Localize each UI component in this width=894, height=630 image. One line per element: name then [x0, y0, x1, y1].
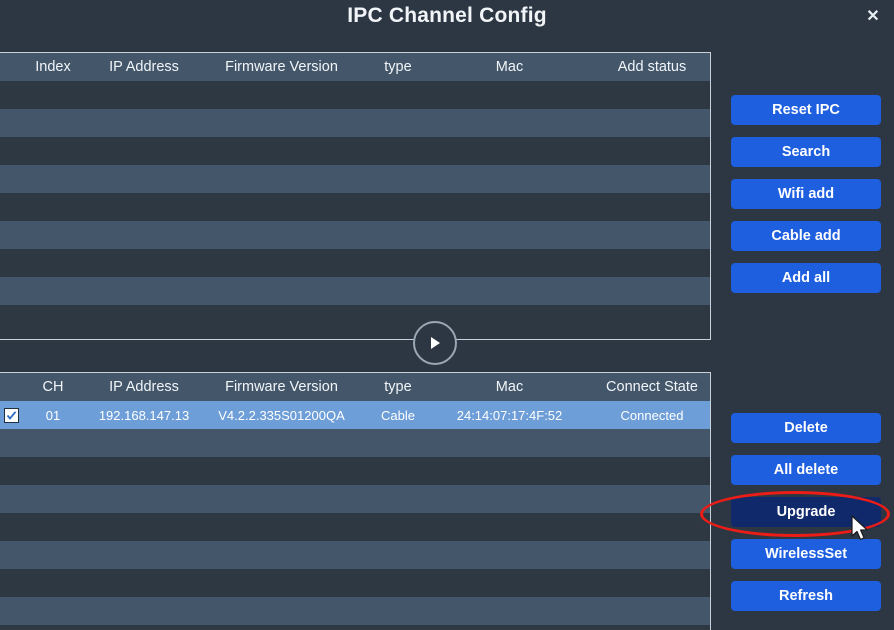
- table-row[interactable]: [0, 541, 710, 569]
- play-icon[interactable]: [413, 321, 457, 365]
- table-row[interactable]: [0, 485, 710, 513]
- table-row[interactable]: [0, 137, 710, 165]
- discovered-devices-table: Index IP Address Firmware Version type M…: [0, 52, 711, 340]
- column-header-index[interactable]: Index: [22, 59, 84, 75]
- column-header-mac[interactable]: Mac: [437, 59, 582, 75]
- table-row[interactable]: [0, 221, 710, 249]
- column-header-firmware-version[interactable]: Firmware Version: [204, 59, 359, 75]
- table-row[interactable]: [0, 597, 710, 625]
- column-header-ip-address[interactable]: IP Address: [84, 379, 204, 395]
- table-row[interactable]: [0, 569, 710, 597]
- delete-button[interactable]: Delete: [731, 413, 881, 443]
- wirelessset-button[interactable]: WirelessSet: [731, 539, 881, 569]
- column-header-add-status[interactable]: Add status: [582, 59, 710, 75]
- search-button[interactable]: Search: [731, 137, 881, 167]
- cable-add-button[interactable]: Cable add: [731, 221, 881, 251]
- cell-type: Cable: [381, 407, 415, 423]
- close-icon[interactable]: ✕: [860, 5, 886, 29]
- upgrade-button[interactable]: Upgrade: [731, 497, 881, 527]
- column-header-firmware-version[interactable]: Firmware Version: [204, 379, 359, 395]
- all-delete-button[interactable]: All delete: [731, 455, 881, 485]
- table-row[interactable]: [0, 193, 710, 221]
- column-header-type[interactable]: type: [359, 59, 437, 75]
- column-header-ch[interactable]: CH: [22, 379, 84, 395]
- table-row[interactable]: [0, 81, 710, 109]
- column-header-type[interactable]: type: [359, 379, 437, 395]
- row-checkbox[interactable]: [3, 407, 19, 423]
- refresh-button[interactable]: Refresh: [731, 581, 881, 611]
- table-row[interactable]: [0, 165, 710, 193]
- table-row[interactable]: [0, 305, 710, 333]
- table-row[interactable]: [0, 429, 710, 457]
- channel-list-table: CH IP Address Firmware Version type Mac …: [0, 372, 711, 630]
- wifi-add-button[interactable]: Wifi add: [731, 179, 881, 209]
- cell-connect-state: Connected: [620, 407, 684, 423]
- table-row[interactable]: [0, 109, 710, 137]
- column-header-mac[interactable]: Mac: [437, 379, 582, 395]
- table-row[interactable]: [0, 249, 710, 277]
- page-title: IPC Channel Config: [347, 4, 547, 27]
- discovered-table-header: Index IP Address Firmware Version type M…: [0, 53, 710, 81]
- column-header-ip-address[interactable]: IP Address: [84, 59, 204, 75]
- channel-table-header: CH IP Address Firmware Version type Mac …: [0, 373, 710, 401]
- cell-ip-address: 192.168.147.13: [98, 407, 190, 423]
- table-row[interactable]: [0, 457, 710, 485]
- title-bar: IPC Channel Config ✕: [0, 0, 894, 38]
- discovered-table-body: [0, 81, 710, 333]
- reset-ipc-button[interactable]: Reset IPC: [731, 95, 881, 125]
- table-row[interactable]: [0, 513, 710, 541]
- cell-ch: 01: [45, 407, 61, 423]
- row-checkbox-cell: [0, 407, 22, 423]
- table-row[interactable]: 01 192.168.147.13 V4.2.2.335S01200QA Cable 2…: [0, 401, 710, 429]
- cell-mac: 24:14:07:17:4F:52: [456, 407, 563, 423]
- column-header-connect-state[interactable]: Connect State: [582, 379, 710, 395]
- cell-firmware-version: V4.2.2.335S01200QA: [218, 407, 345, 423]
- table-row[interactable]: [0, 277, 710, 305]
- channel-table-body: 01 192.168.147.13 V4.2.2.335S01200QA Cable 2…: [0, 401, 710, 625]
- add-all-button[interactable]: Add all: [731, 263, 881, 293]
